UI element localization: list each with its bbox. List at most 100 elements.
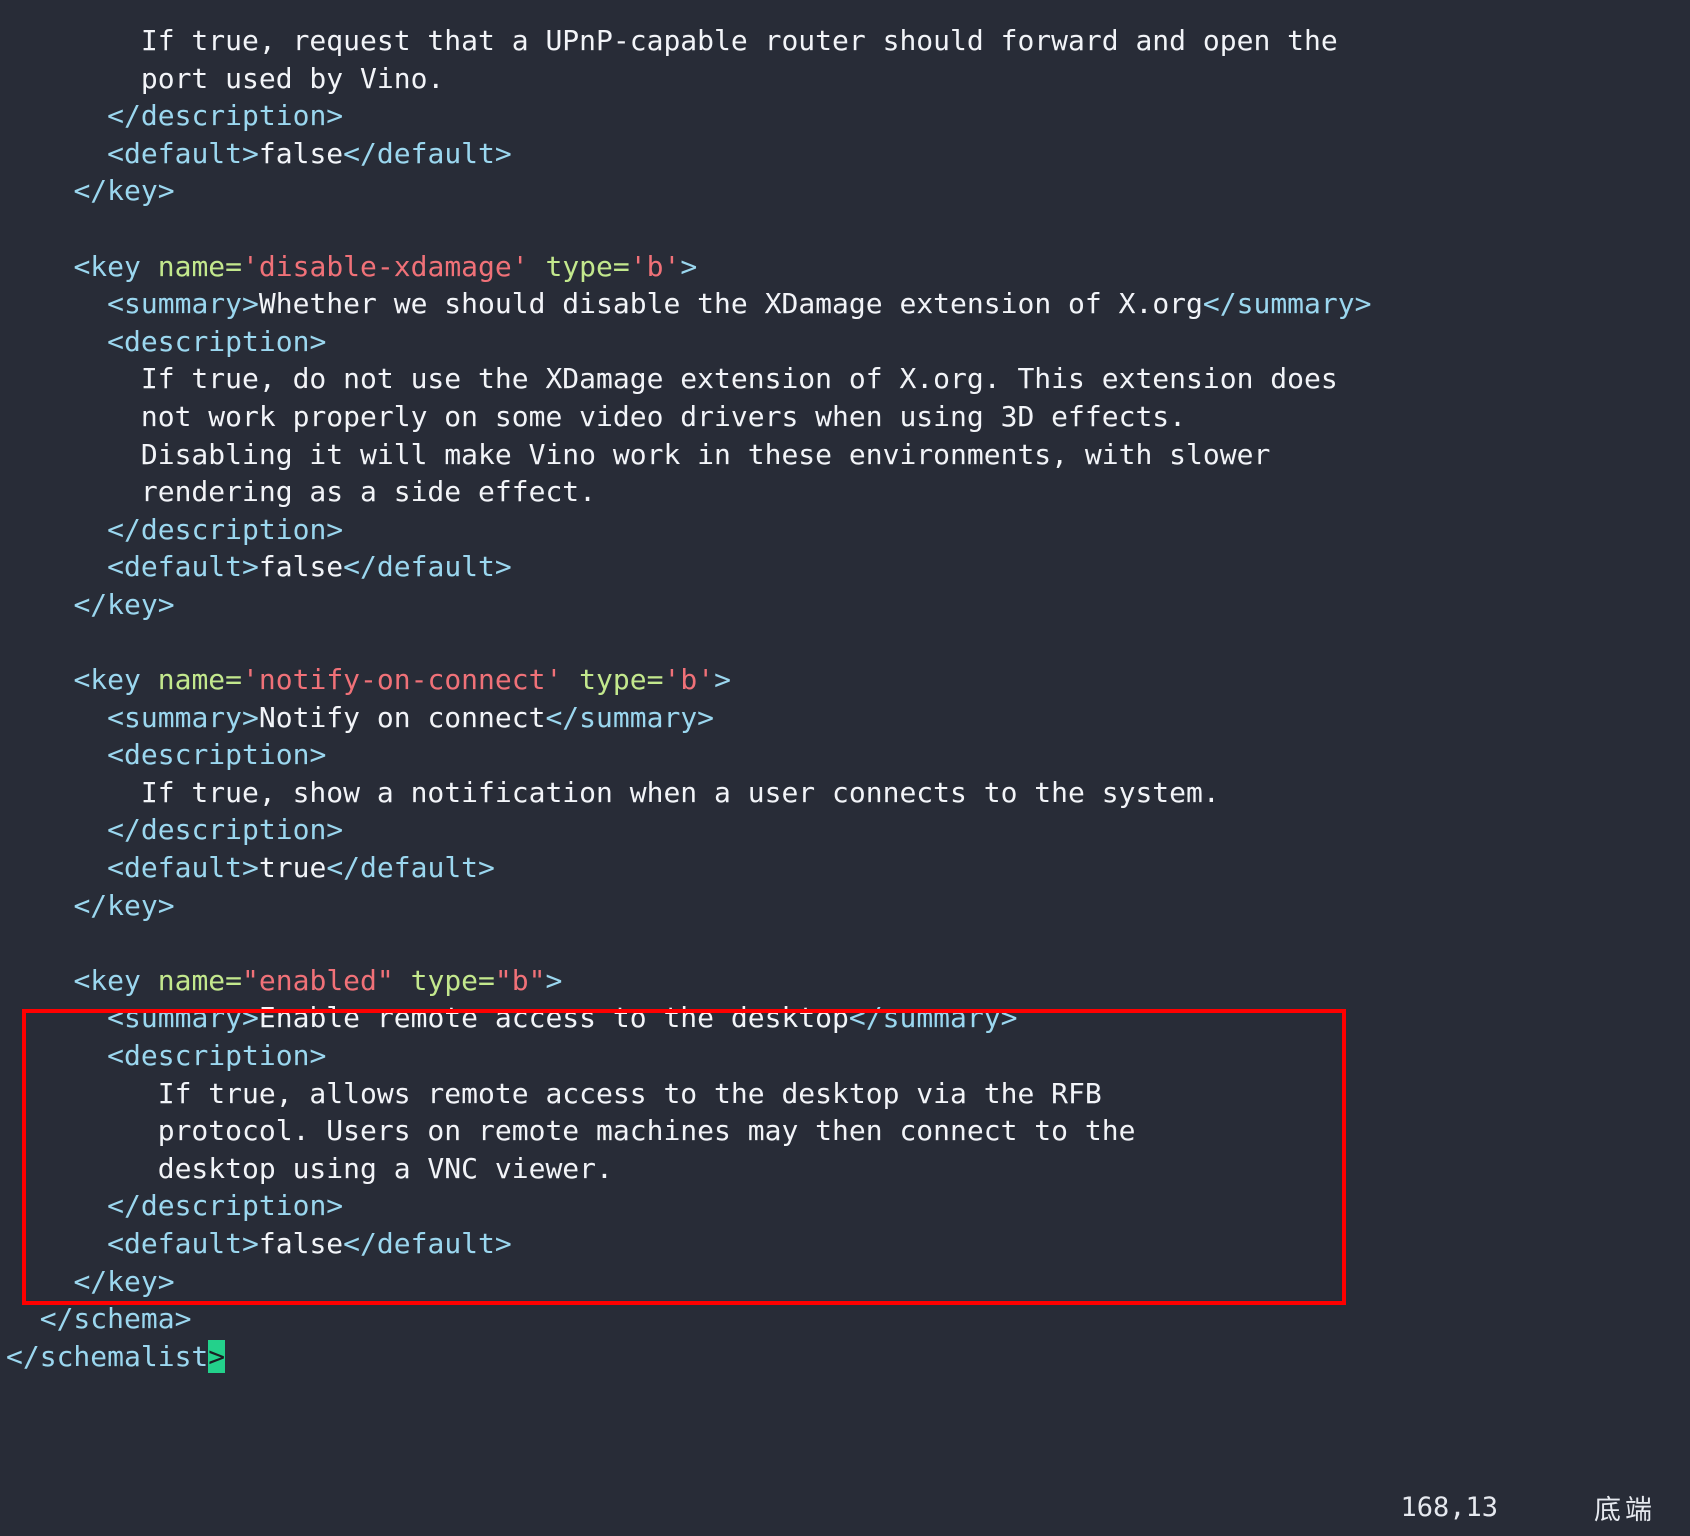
code-token: name= xyxy=(157,963,243,997)
code-token: rendering as a side effect. xyxy=(140,475,597,509)
code-line[interactable]: </key> xyxy=(0,1263,1690,1301)
code-line[interactable]: If true, allows remote access to the des… xyxy=(0,1075,1690,1113)
code-line[interactable]: <summary>Whether we should disable the X… xyxy=(0,285,1690,323)
code-token: > xyxy=(545,963,563,997)
code-token: 'disable-xdamage' xyxy=(242,249,529,283)
code-line[interactable]: </description> xyxy=(0,511,1690,549)
code-token: <key xyxy=(73,663,158,697)
code-line[interactable]: </key> xyxy=(0,887,1690,925)
code-line[interactable]: </schemalist> xyxy=(0,1338,1690,1376)
code-token: type= xyxy=(393,963,495,997)
code-line[interactable]: </key> xyxy=(0,172,1690,210)
code-line[interactable]: </description> xyxy=(0,1187,1690,1225)
code-line[interactable]: If true, request that a UPnP-capable rou… xyxy=(0,22,1690,60)
status-bar: 168,13 底端 xyxy=(0,1478,1690,1536)
code-token: <description> xyxy=(107,738,327,772)
code-line[interactable]: If true, do not use the XDamage extensio… xyxy=(0,360,1690,398)
code-token: <default> xyxy=(107,136,259,170)
code-line[interactable]: desktop using a VNC viewer. xyxy=(0,1150,1690,1188)
code-token: <description> xyxy=(107,324,327,358)
code-line[interactable]: If true, show a notification when a user… xyxy=(0,774,1690,812)
code-token: </default> xyxy=(343,550,512,584)
code-token: 'b' xyxy=(663,663,715,697)
code-token: type= xyxy=(562,663,664,697)
code-line[interactable]: <summary>Enable remote access to the des… xyxy=(0,999,1690,1037)
code-line[interactable]: <summary>Notify on connect</summary> xyxy=(0,699,1690,737)
code-line[interactable]: <key name='notify-on-connect' type='b'> xyxy=(0,661,1690,699)
code-token: true xyxy=(258,851,327,885)
code-token: > xyxy=(680,249,698,283)
code-token: </description> xyxy=(107,813,344,847)
code-line[interactable]: rendering as a side effect. xyxy=(0,473,1690,511)
code-token: </key> xyxy=(73,888,175,922)
code-line[interactable]: <key name="enabled" type="b"> xyxy=(0,962,1690,1000)
code-token: desktop using a VNC viewer. xyxy=(140,1151,613,1185)
code-token: > xyxy=(714,663,731,697)
code-token: false xyxy=(258,136,344,170)
code-line[interactable]: <description> xyxy=(0,323,1690,361)
code-line[interactable]: </schema> xyxy=(0,1300,1690,1338)
code-token: </default> xyxy=(326,851,495,885)
code-line[interactable]: Disabling it will make Vino work in thes… xyxy=(0,436,1690,474)
code-token: name= xyxy=(157,663,243,697)
code-line[interactable]: </description> xyxy=(0,97,1690,135)
code-content-area[interactable]: If true, request that a UPnP-capable rou… xyxy=(0,0,1690,1375)
code-line[interactable] xyxy=(0,624,1690,662)
code-token: </summary> xyxy=(1202,287,1372,321)
code-line[interactable]: not work properly on some video drivers … xyxy=(0,398,1690,436)
code-token: </schema> xyxy=(39,1302,192,1336)
code-line[interactable]: port used by Vino. xyxy=(0,60,1690,98)
code-token: <key xyxy=(73,249,158,283)
code-line[interactable]: <default>false</default> xyxy=(0,1225,1690,1263)
code-line[interactable]: <key name='disable-xdamage' type='b'> xyxy=(0,248,1690,286)
code-token: not work properly on some video drivers … xyxy=(140,399,1187,433)
code-token: <summary> xyxy=(107,1001,259,1035)
code-token: </summary> xyxy=(848,1001,1018,1035)
code-token: false xyxy=(258,1227,344,1260)
code-token: <description> xyxy=(107,1039,327,1073)
code-token: false xyxy=(258,550,344,584)
code-line[interactable]: </key> xyxy=(0,586,1690,624)
code-token: name= xyxy=(157,249,243,283)
text-cursor: > xyxy=(208,1339,226,1373)
code-line[interactable]: <default>false</default> xyxy=(0,548,1690,586)
code-token: </default> xyxy=(343,1227,512,1260)
code-line[interactable]: <description> xyxy=(0,736,1690,774)
code-token: If true, request that a UPnP-capable rou… xyxy=(140,24,1338,57)
code-line[interactable] xyxy=(0,210,1690,248)
code-token: If true, do not use the XDamage extensio… xyxy=(140,362,1338,396)
code-line[interactable]: </description> xyxy=(0,811,1690,849)
code-token: Notify on connect xyxy=(258,700,546,734)
code-token: </key> xyxy=(73,1264,175,1298)
code-line[interactable] xyxy=(0,924,1690,962)
code-token: "b" xyxy=(494,963,546,997)
code-line[interactable]: <default>false</default> xyxy=(0,135,1690,173)
code-line[interactable]: <default>true</default> xyxy=(0,849,1690,887)
code-line[interactable]: protocol. Users on remote machines may t… xyxy=(0,1112,1690,1150)
code-token: </key> xyxy=(73,587,175,621)
code-line[interactable]: <description> xyxy=(0,1037,1690,1075)
code-token: <default> xyxy=(107,1227,259,1260)
